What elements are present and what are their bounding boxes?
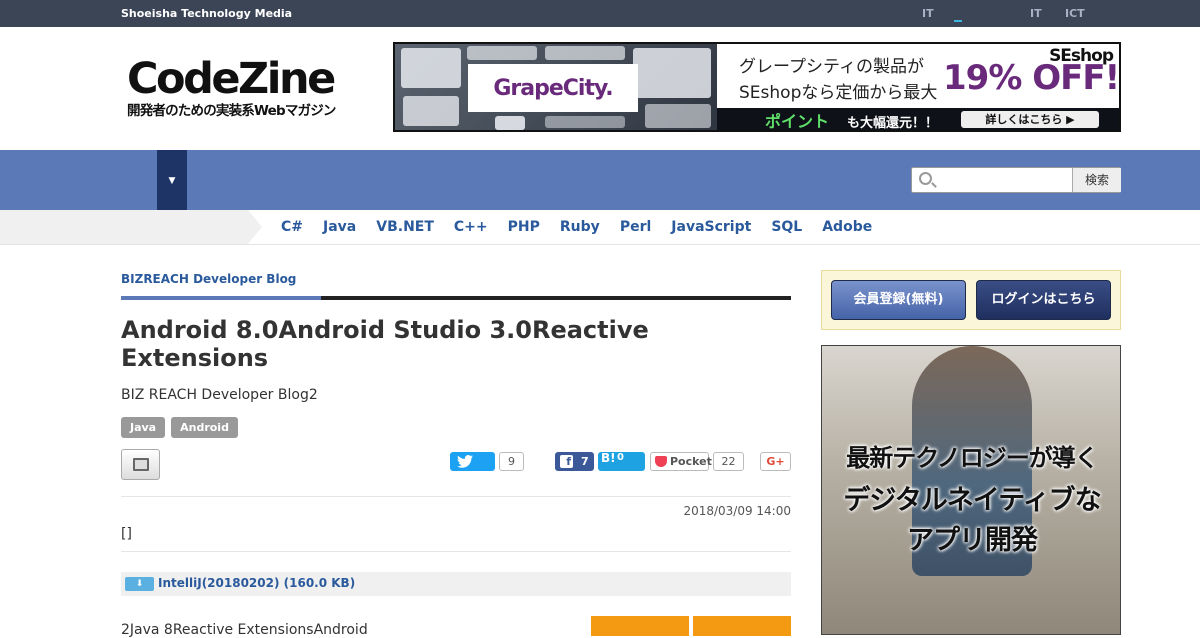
logo-tagline: 開発者のための実装系Webマガジン	[127, 103, 336, 119]
article-author-bracket: []	[121, 526, 132, 542]
article: BIZREACH Developer Blog Android 8.0Andro…	[121, 245, 791, 638]
language-bar: C# Java VB.NET C++ PHP Ruby Perl JavaScr…	[0, 210, 1200, 245]
download-icon[interactable]: ⬇	[125, 577, 154, 591]
book-thumbnail[interactable]	[591, 616, 689, 636]
book-thumbnail[interactable]	[693, 616, 791, 636]
language-bar-arrow	[0, 210, 262, 244]
site-logo[interactable]: CodeZine 開発者のための実装系Webマガジン	[127, 54, 349, 120]
language-links: C# Java VB.NET C++ PHP Ruby Perl JavaScr…	[281, 219, 872, 235]
ad-line-2: SEshopなら定価から最大	[739, 83, 938, 103]
ad-detail-button[interactable]: 詳しくはこちら ▶	[961, 111, 1099, 128]
lang-link-adobe[interactable]: Adobe	[822, 219, 872, 235]
network-brand-link[interactable]: Shoeisha Technology Media	[121, 7, 292, 20]
topbar-link-it[interactable]: IT	[922, 7, 934, 20]
article-lead: BIZ REACH Developer Blog2	[121, 387, 318, 403]
divider	[121, 551, 791, 552]
login-button[interactable]: ログインはこちら	[976, 280, 1111, 320]
facebook-share-button[interactable]: f 7	[555, 452, 594, 471]
twitter-share-button[interactable]	[450, 452, 495, 471]
top-bar: Shoeisha Technology Media IT IT ICT	[0, 0, 1200, 27]
google-plus-button[interactable]: G+	[760, 452, 791, 471]
lang-link-ruby[interactable]: Ruby	[560, 219, 600, 235]
header-ad-banner[interactable]: GrapeCity. グレープシティの製品が SEshopなら定価から最大 19…	[393, 42, 1121, 132]
lang-link-java[interactable]: Java	[323, 219, 356, 235]
download-bar: ⬇ IntelliJ(20180202) (160.0 KB)	[121, 572, 791, 596]
download-link[interactable]: IntelliJ(20180202) (160.0 KB)	[158, 576, 355, 590]
grapecity-logo: GrapeCity.	[468, 64, 638, 112]
search-input[interactable]	[938, 170, 1070, 190]
pocket-label: Pocket	[670, 455, 712, 468]
sidebar-ad-banner[interactable]: 最新テクノロジーが導く デジタルネイティブな アプリ開発	[821, 345, 1121, 635]
tag-android[interactable]: Android	[171, 417, 238, 438]
ad-point-label: ポイント	[765, 112, 830, 131]
topbar-link-ict[interactable]: ICT	[1065, 7, 1085, 20]
article-title: Android 8.0Android Studio 3.0Reactive Ex…	[121, 316, 649, 372]
twitter-count: 9	[499, 452, 524, 471]
topbar-active-indicator	[954, 20, 962, 22]
tag-java[interactable]: Java	[121, 417, 166, 438]
search-box: 検索	[911, 167, 1121, 193]
register-button[interactable]: 会員登録(無料)	[831, 280, 966, 320]
lang-link-csharp[interactable]: C#	[281, 219, 303, 235]
twitter-icon	[457, 455, 473, 468]
pocket-button[interactable]: Pocket	[650, 452, 712, 471]
topbar-link-it-2[interactable]: IT	[1030, 7, 1042, 20]
chevron-down-icon: ▼	[168, 176, 176, 186]
print-button[interactable]	[121, 449, 160, 480]
lang-link-vbnet[interactable]: VB.NET	[376, 219, 434, 235]
banner-line-1: 最新テクノロジーが導く	[846, 444, 1099, 472]
lang-link-sql[interactable]: SQL	[771, 219, 802, 235]
seshop-logo: SEshop	[1049, 46, 1114, 66]
banner-line-2: デジタルネイティブな	[843, 485, 1101, 516]
article-tags: Java Android	[121, 417, 238, 438]
hatena-count: 0	[617, 452, 624, 463]
printer-icon	[132, 458, 149, 471]
ad-line-1: グレープシティの製品が	[739, 57, 924, 77]
member-box: 会員登録(無料) ログインはこちら	[821, 270, 1121, 330]
hatena-bookmark-button[interactable]: B! 0	[598, 451, 645, 471]
lang-link-php[interactable]: PHP	[508, 219, 540, 235]
article-category-link[interactable]: BIZREACH Developer Blog	[121, 272, 296, 286]
facebook-icon: f	[560, 455, 573, 468]
lang-link-javascript[interactable]: JavaScript	[671, 219, 751, 235]
banner-line-3: アプリ開発	[907, 525, 1038, 556]
search-icon	[919, 172, 932, 185]
divider	[121, 496, 791, 497]
category-divider	[121, 296, 791, 300]
ad-point-suffix: も大幅還元！！	[847, 116, 939, 131]
lang-link-cpp[interactable]: C++	[454, 219, 488, 235]
article-body-text: 2Java 8Reactive ExtensionsAndroid	[121, 622, 368, 638]
pocket-count: 22	[713, 452, 744, 471]
pocket-icon	[655, 456, 667, 467]
nav-dropdown-toggle[interactable]: ▼	[157, 150, 187, 210]
article-date: 2018/03/09 14:00	[683, 504, 791, 518]
facebook-count: 7	[581, 455, 589, 468]
hatena-icon: B!	[601, 451, 616, 465]
lang-link-perl[interactable]: Perl	[620, 219, 651, 235]
search-button[interactable]: 検索	[1072, 168, 1121, 192]
logo-wordmark: CodeZine	[127, 54, 336, 104]
